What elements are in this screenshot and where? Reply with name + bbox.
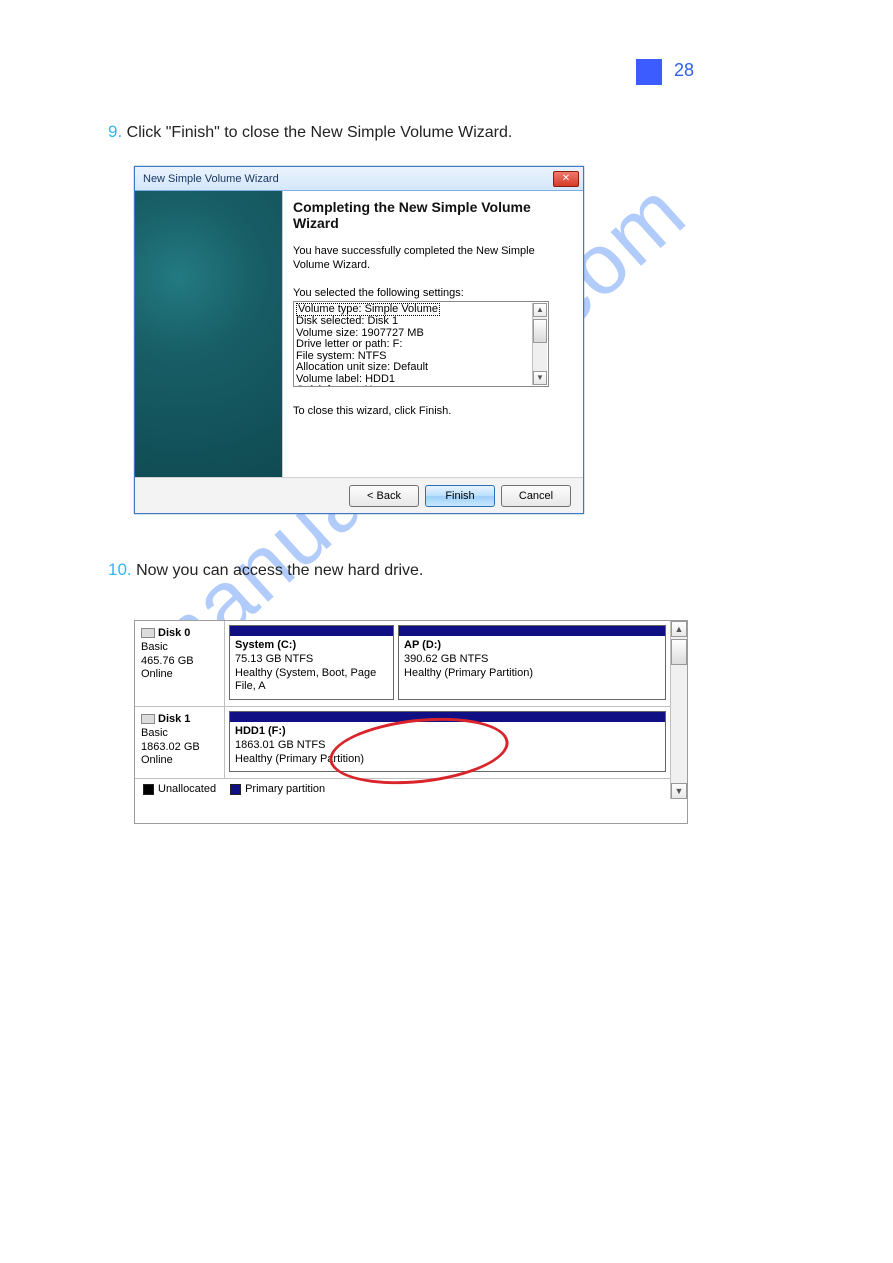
volume-f-name: HDD1 (F:) [235,725,286,737]
step-9: 9. Click "Finish" to close the New Simpl… [108,122,512,142]
page-number-box [636,59,662,85]
setting-volume-label: Volume label: HDD1 [296,373,395,385]
scroll-down-icon[interactable]: ▼ [671,783,687,799]
diskmgmt-scrollbar[interactable]: ▲ ▼ [670,621,687,799]
disk-icon [141,628,155,638]
scroll-up-icon[interactable]: ▲ [533,303,547,317]
step-10: 10. Now you can access the new hard driv… [108,560,423,580]
disk-0-type: Basic [141,641,168,653]
page-number: 28 [674,60,694,81]
wizard-message-close: To close this wizard, click Finish. [293,405,571,417]
volume-f-size: 1863.01 GB NTFS [235,739,326,751]
disk-icon [141,714,155,724]
disk-0-label: Disk 0 Basic 465.76 GB Online [135,621,225,706]
wizard-message-success: You have successfully completed the New … [293,245,571,273]
wizard-footer: < Back Finish Cancel [135,477,583,513]
volume-d-health: Healthy (Primary Partition) [404,667,533,679]
setting-quick-format: Quick format: No [296,384,379,386]
wizard-settings-lines: Volume type: Simple Volume Disk selected… [294,302,548,387]
volume-d-size: 390.62 GB NTFS [404,653,488,665]
wizard-titlebar[interactable]: New Simple Volume Wizard ✕ [135,167,583,191]
disk-1-size: 1863.02 GB [141,741,200,753]
disk-legend: Unallocated Primary partition [135,779,670,799]
disk-1-status: Online [141,754,173,766]
volume-header-bar [399,626,665,636]
cancel-button[interactable]: Cancel [501,485,571,507]
wizard-title: New Simple Volume Wizard [143,173,553,185]
setting-file-system: File system: NTFS [296,350,386,362]
volume-d-name: AP (D:) [404,639,441,651]
step-9-text: Click "Finish" to close the New Simple V… [122,124,512,141]
step-9-number: 9. [108,122,122,141]
settings-scrollbar[interactable]: ▲ ▼ [532,303,547,385]
back-button[interactable]: < Back [349,485,419,507]
setting-volume-size: Volume size: 1907727 MB [296,327,424,339]
volume-c-name: System (C:) [235,639,296,651]
volume-hdd1-f[interactable]: HDD1 (F:) 1863.01 GB NTFS Healthy (Prima… [229,711,666,772]
volume-header-bar [230,712,665,722]
setting-volume-type: Volume type: Simple Volume [296,303,440,317]
volume-f-health: Healthy (Primary Partition) [235,753,364,765]
wizard-message-settings-intro: You selected the following settings: [293,287,571,299]
legend-swatch-primary [230,784,241,795]
disk-1-name: Disk 1 [158,713,190,725]
disk-0-name: Disk 0 [158,627,190,639]
wizard-settings-listbox[interactable]: Volume type: Simple Volume Disk selected… [293,301,549,387]
disk-0-size: 465.76 GB [141,655,194,667]
scroll-up-icon[interactable]: ▲ [671,621,687,637]
volume-c-health: Healthy (System, Boot, Page File, A [235,667,376,693]
disk-1-row[interactable]: Disk 1 Basic 1863.02 GB Online HDD1 (F:)… [135,707,670,779]
disk-0-row[interactable]: Disk 0 Basic 465.76 GB Online System (C:… [135,621,670,707]
wizard-heading: Completing the New Simple Volume Wizard [293,199,571,231]
volume-ap-d[interactable]: AP (D:) 390.62 GB NTFS Healthy (Primary … [398,625,666,700]
scroll-thumb[interactable] [533,319,547,343]
close-button[interactable]: ✕ [553,171,579,187]
disk-1-volumes: HDD1 (F:) 1863.01 GB NTFS Healthy (Prima… [225,707,670,778]
setting-disk-selected: Disk selected: Disk 1 [296,315,398,327]
step-10-number: 10. [108,560,132,579]
step-10-text: Now you can access the new hard drive. [132,562,424,579]
setting-drive-letter: Drive letter or path: F: [296,338,402,350]
legend-unallocated: Unallocated [158,783,216,795]
wizard-main: Completing the New Simple Volume Wizard … [283,191,583,477]
volume-header-bar [230,626,393,636]
new-simple-volume-wizard: New Simple Volume Wizard ✕ Completing th… [134,166,584,514]
scroll-down-icon[interactable]: ▼ [533,371,547,385]
disk-management-panel: Disk 0 Basic 465.76 GB Online System (C:… [134,620,688,824]
disk-1-label: Disk 1 Basic 1863.02 GB Online [135,707,225,778]
scroll-thumb[interactable] [671,639,687,665]
volume-system-c[interactable]: System (C:) 75.13 GB NTFS Healthy (Syste… [229,625,394,700]
volume-c-size: 75.13 GB NTFS [235,653,313,665]
finish-button[interactable]: Finish [425,485,495,507]
disk-0-status: Online [141,668,173,680]
wizard-content: Completing the New Simple Volume Wizard … [135,191,583,477]
disk-0-volumes: System (C:) 75.13 GB NTFS Healthy (Syste… [225,621,670,706]
wizard-sidebar-image [135,191,283,477]
disk-1-type: Basic [141,727,168,739]
legend-swatch-unallocated [143,784,154,795]
setting-allocation-unit: Allocation unit size: Default [296,361,428,373]
legend-primary: Primary partition [245,783,325,795]
